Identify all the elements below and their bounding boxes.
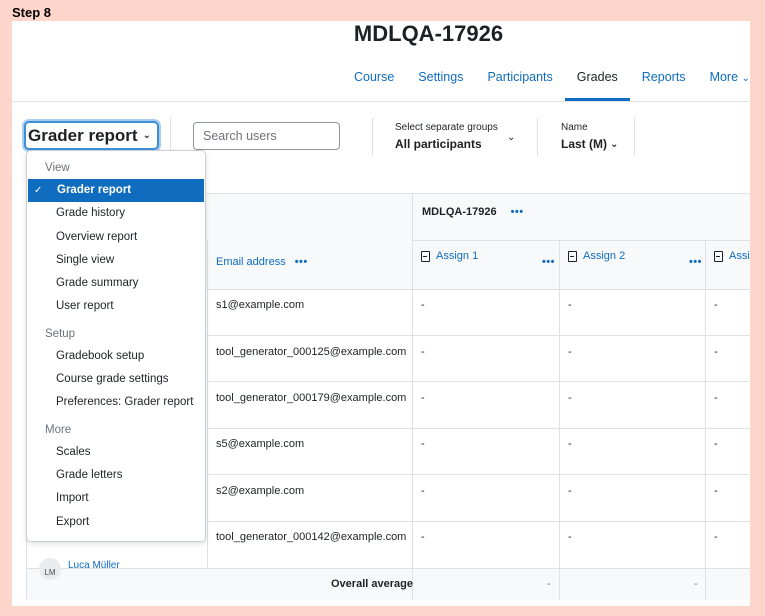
menu-item-course-grade-settings[interactable]: Course grade settings xyxy=(27,368,205,391)
email-header-label: Email address xyxy=(216,256,286,268)
divider xyxy=(207,240,208,568)
grade-cell[interactable]: - xyxy=(421,531,425,543)
email-cell: tool_generator_000179@example.com xyxy=(216,392,407,404)
nav-divider xyxy=(12,101,750,102)
nav-reports[interactable]: Reports xyxy=(630,57,698,101)
user-name-link[interactable]: Luca Müller xyxy=(68,560,120,571)
overall-average-label: Overall average xyxy=(331,578,413,590)
chevron-down-icon: ⌄ xyxy=(741,73,750,84)
nav-more[interactable]: More ⌄ xyxy=(698,57,750,101)
nav-more-label: More xyxy=(709,70,739,84)
secondary-nav: Course Settings Participants Grades Repo… xyxy=(342,57,750,101)
grade-cell[interactable]: - xyxy=(421,346,425,358)
menu-item-scales[interactable]: Scales xyxy=(27,441,205,464)
check-icon: ✓ xyxy=(34,185,43,196)
chevron-down-icon: ⌄ xyxy=(610,138,619,150)
email-column-header[interactable]: Email address ••• xyxy=(216,256,308,268)
divider xyxy=(634,118,635,156)
grade-cell[interactable]: - xyxy=(568,346,572,358)
menu-item-grade-history[interactable]: Grade history xyxy=(27,202,205,225)
divider xyxy=(372,118,373,156)
grade-cell[interactable]: - xyxy=(714,531,718,543)
divider xyxy=(537,118,538,156)
assignment-icon xyxy=(421,251,430,262)
divider xyxy=(705,240,706,600)
grade-cell[interactable]: - xyxy=(421,299,425,311)
chevron-down-icon: ⌄ xyxy=(507,132,516,143)
menu-item-grade-letters[interactable]: Grade letters xyxy=(27,464,205,487)
report-selector-label: Grader report xyxy=(28,125,138,145)
nav-settings[interactable]: Settings xyxy=(406,57,475,101)
menu-item-grade-summary[interactable]: Grade summary xyxy=(27,272,205,295)
chevron-down-icon: ⌄ xyxy=(142,130,151,141)
menu-item-gradebook-setup[interactable]: Gradebook setup xyxy=(27,345,205,368)
grade-cell[interactable]: - xyxy=(568,485,572,497)
avatar: LM xyxy=(39,558,61,580)
report-selector[interactable]: Grader report ⌄ xyxy=(24,121,159,150)
assign-2-header[interactable]: Assign 2 ••• xyxy=(568,250,708,268)
group-selector-value: All participants xyxy=(395,137,482,151)
assign-1-header[interactable]: Assign 1 ••• xyxy=(421,250,561,268)
menu-section-view: View xyxy=(45,162,70,174)
grade-cell[interactable]: - xyxy=(714,299,718,311)
name-filter-value: Last (M) xyxy=(561,137,607,151)
page-title: MDLQA-17926 xyxy=(353,21,504,46)
assignment-icon xyxy=(714,251,723,262)
more-actions-icon[interactable]: ••• xyxy=(295,256,308,268)
more-actions-icon[interactable]: ••• xyxy=(511,206,524,218)
grade-cell[interactable]: - xyxy=(568,299,572,311)
menu-section-setup: Setup xyxy=(45,327,76,340)
menu-item-label: Grader report xyxy=(57,184,132,196)
menu-item-user-report[interactable]: User report xyxy=(27,295,205,318)
divider xyxy=(412,240,750,241)
assignment-icon xyxy=(568,251,577,262)
grade-cell[interactable]: - xyxy=(714,438,718,450)
overall-average-cell: - xyxy=(694,578,698,590)
more-actions-icon[interactable]: ••• xyxy=(689,256,702,268)
email-cell: s2@example.com xyxy=(216,485,305,497)
name-filter-label: Name xyxy=(561,122,588,133)
search-users-input[interactable] xyxy=(193,122,340,150)
grade-cell[interactable]: - xyxy=(568,392,572,404)
group-selector-label: Select separate groups xyxy=(395,122,498,133)
assign-2-label[interactable]: Assign 2 xyxy=(583,250,625,262)
divider xyxy=(27,568,750,569)
email-cell: s1@example.com xyxy=(216,299,305,311)
assign-1-label[interactable]: Assign 1 xyxy=(436,250,478,262)
menu-section-more: More xyxy=(45,423,72,436)
nav-participants[interactable]: Participants xyxy=(475,57,564,101)
report-dropdown-menu: View ✓ Grader report Grade history Overv… xyxy=(26,150,206,542)
grade-cell[interactable]: - xyxy=(421,392,425,404)
menu-item-grader-report[interactable]: ✓ Grader report xyxy=(28,179,204,203)
grade-cell[interactable]: - xyxy=(714,485,718,497)
step-label: Step 8 xyxy=(12,5,52,20)
grade-cell[interactable]: - xyxy=(421,485,425,497)
divider xyxy=(559,240,560,600)
email-cell: s5@example.com xyxy=(216,438,305,450)
course-column-header: MDLQA-17926 ••• xyxy=(422,206,524,218)
more-actions-icon[interactable]: ••• xyxy=(542,256,555,268)
overall-average-cell: - xyxy=(547,578,551,590)
name-filter[interactable]: Name Last (M) ⌄ xyxy=(561,122,618,151)
menu-item-single-view[interactable]: Single view xyxy=(27,249,205,272)
grade-cell[interactable]: - xyxy=(568,438,572,450)
course-header-label: MDLQA-17926 xyxy=(422,206,497,218)
grade-cell[interactable]: - xyxy=(714,346,718,358)
menu-item-preferences-grader-report[interactable]: Preferences: Grader report xyxy=(27,391,205,414)
menu-item-import[interactable]: Import xyxy=(27,487,205,510)
assign-3-header[interactable]: Assi xyxy=(714,250,750,262)
grade-cell[interactable]: - xyxy=(421,438,425,450)
grade-cell[interactable]: - xyxy=(714,392,718,404)
nav-grades[interactable]: Grades xyxy=(564,57,630,101)
assign-3-label[interactable]: Assi xyxy=(729,250,750,262)
nav-course[interactable]: Course xyxy=(342,57,406,101)
menu-item-overview-report[interactable]: Overview report xyxy=(27,226,205,249)
menu-item-export[interactable]: Export xyxy=(27,511,205,534)
email-cell: tool_generator_000142@example.com xyxy=(216,531,407,543)
email-cell: tool_generator_000125@example.com xyxy=(216,346,407,358)
divider xyxy=(412,194,413,600)
grade-cell[interactable]: - xyxy=(568,531,572,543)
group-selector[interactable]: Select separate groups All participants … xyxy=(395,122,525,151)
